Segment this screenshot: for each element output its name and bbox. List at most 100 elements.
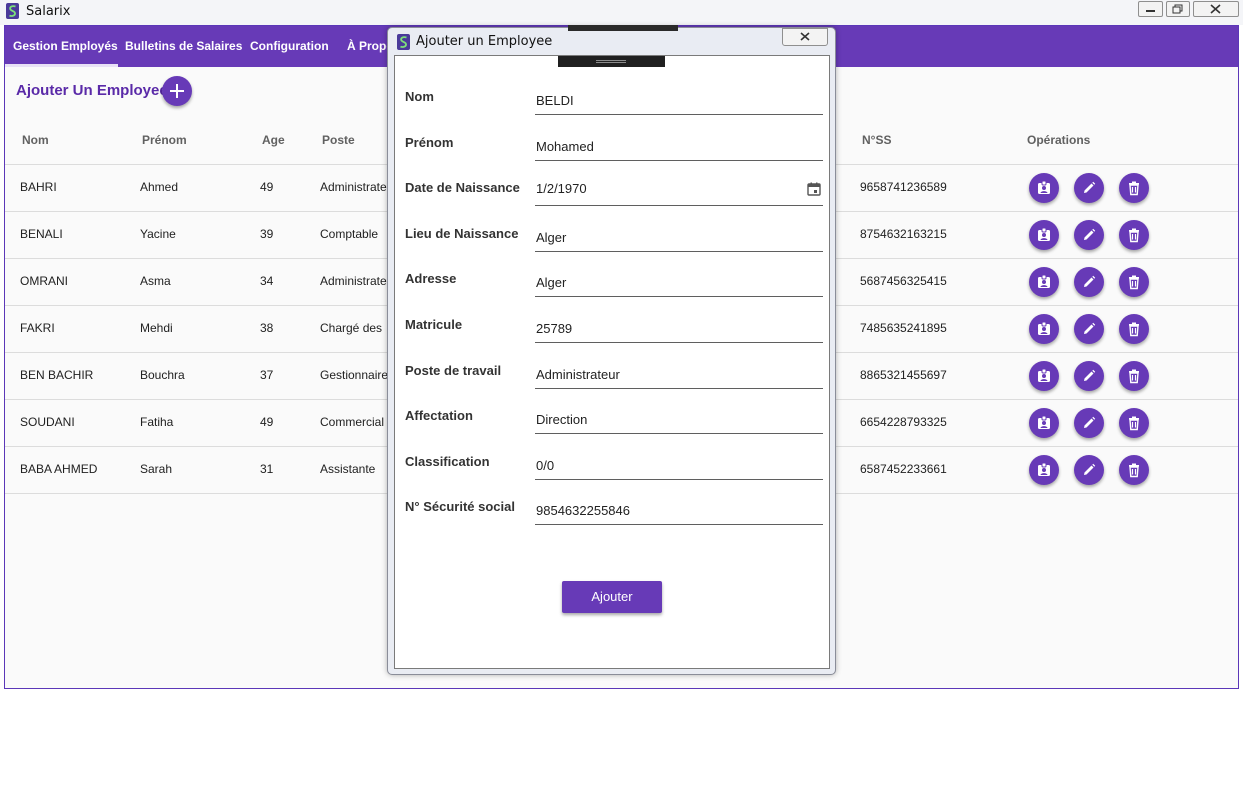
cell-age: 37 xyxy=(260,368,274,382)
cell-prenom: Asma xyxy=(140,274,171,288)
cell-nss: 9658741236589 xyxy=(860,180,947,194)
view-employee-button[interactable] xyxy=(1029,173,1059,203)
delete-employee-button[interactable] xyxy=(1119,408,1149,438)
field-nom[interactable]: BELDI xyxy=(535,86,823,115)
edit-employee-button[interactable] xyxy=(1074,173,1104,203)
maximize-button[interactable] xyxy=(1166,1,1190,17)
field-value: Mohamed xyxy=(536,138,594,154)
field-value: Direction xyxy=(536,412,588,428)
pencil-icon xyxy=(1084,416,1096,428)
label-prenom: Prénom xyxy=(405,134,454,150)
field-date-de-naissance[interactable]: 1/2/1970 xyxy=(535,177,823,207)
add-employee-dialog: Ajouter un Employee Nom BELDI Prénom Mohame… xyxy=(387,25,836,675)
label-affectation: Affectation xyxy=(405,408,473,424)
badge-icon xyxy=(1038,321,1050,335)
view-employee-button[interactable] xyxy=(1029,314,1059,344)
trash-icon xyxy=(1129,181,1139,196)
field-value: 0/0 xyxy=(536,457,555,473)
badge-icon xyxy=(1038,180,1050,194)
label-poste-de-travail: Poste de travail xyxy=(405,362,502,378)
view-employee-button[interactable] xyxy=(1029,408,1059,438)
delete-employee-button[interactable] xyxy=(1119,220,1149,250)
badge-icon xyxy=(1038,227,1050,241)
badge-icon xyxy=(1038,462,1050,476)
delete-employee-button[interactable] xyxy=(1119,314,1149,344)
edit-employee-button[interactable] xyxy=(1074,314,1104,344)
cell-prenom: Fatiha xyxy=(140,415,174,429)
field-n-securite-social[interactable]: 9854632255846 xyxy=(535,496,823,526)
field-poste-de-travail[interactable]: Administrateur xyxy=(535,360,823,389)
label-matricule: Matricule xyxy=(405,317,463,332)
field-prenom[interactable]: Mohamed xyxy=(535,132,823,161)
delete-employee-button[interactable] xyxy=(1119,455,1149,485)
tab-configuration[interactable]: Configuration xyxy=(250,39,329,53)
trash-icon xyxy=(1129,416,1139,431)
edit-employee-button[interactable] xyxy=(1074,267,1104,297)
delete-employee-button[interactable] xyxy=(1119,267,1149,297)
field-value: 1/2/1970 xyxy=(536,181,587,197)
calendar-icon[interactable] xyxy=(807,182,821,196)
field-value: Alger xyxy=(536,229,567,245)
delete-employee-button[interactable] xyxy=(1119,173,1149,203)
view-employee-button[interactable] xyxy=(1029,361,1059,391)
cell-age: 34 xyxy=(260,274,274,288)
drag-handle[interactable] xyxy=(558,56,665,67)
dialog-close-button[interactable] xyxy=(782,28,828,46)
cell-nom: SOUDANI xyxy=(20,415,75,429)
field-adresse[interactable]: Alger xyxy=(535,268,823,298)
ajouter-button[interactable]: Ajouter xyxy=(562,581,662,613)
cell-poste: Administrateur xyxy=(320,180,398,194)
field-classification[interactable]: 0/0 xyxy=(535,451,823,480)
delete-employee-button[interactable] xyxy=(1119,361,1149,391)
edit-employee-button[interactable] xyxy=(1074,220,1104,250)
cell-nom: BENALI xyxy=(20,227,63,241)
view-employee-button[interactable] xyxy=(1029,267,1059,297)
column-header-prenom[interactable]: Prénom xyxy=(142,133,187,147)
window-title: Salarix xyxy=(26,4,71,19)
cell-nss: 5687456325415 xyxy=(860,274,947,288)
column-header-poste[interactable]: Poste xyxy=(322,133,355,147)
field-value: Alger xyxy=(536,275,567,291)
edit-employee-button[interactable] xyxy=(1074,455,1104,485)
column-header-age[interactable]: Age xyxy=(262,133,285,147)
cell-prenom: Yacine xyxy=(140,227,176,241)
tab-gestion-employes[interactable]: Gestion Employés xyxy=(13,39,118,53)
field-affectation[interactable]: Direction xyxy=(535,405,823,435)
field-lieu-de-naissance[interactable]: Alger xyxy=(535,223,823,252)
cell-age: 49 xyxy=(260,415,274,429)
trash-icon xyxy=(1129,322,1139,337)
cell-nom: FAKRI xyxy=(20,321,55,335)
add-employee-button[interactable] xyxy=(162,76,192,106)
pencil-icon xyxy=(1084,181,1096,193)
pencil-icon xyxy=(1084,322,1096,334)
view-employee-button[interactable] xyxy=(1029,455,1059,485)
trash-icon xyxy=(1129,463,1139,478)
label-lieu-de-naissance: Lieu de Naissance xyxy=(405,225,519,241)
close-window-button[interactable] xyxy=(1193,1,1239,17)
column-header-nom[interactable]: Nom xyxy=(22,133,49,147)
cell-nss: 7485635241895 xyxy=(860,321,947,335)
field-matricule[interactable]: 25789 xyxy=(535,314,823,343)
tab-bulletins-salaires[interactable]: Bulletins de Salaires xyxy=(125,39,242,53)
cell-poste: Gestionnaire xyxy=(320,368,389,382)
badge-icon xyxy=(1038,415,1050,429)
pencil-icon xyxy=(1084,369,1096,381)
salarix-logo-icon xyxy=(6,3,19,19)
cell-nom: BAHRI xyxy=(20,180,57,194)
column-header-nss[interactable]: N°SS xyxy=(862,133,891,147)
view-employee-button[interactable] xyxy=(1029,220,1059,250)
cell-age: 31 xyxy=(260,462,274,476)
field-value: 25789 xyxy=(536,321,573,336)
trash-icon xyxy=(1129,275,1139,290)
close-icon xyxy=(800,32,810,41)
field-value: 9854632255846 xyxy=(536,503,630,519)
minimize-button[interactable] xyxy=(1138,1,1163,17)
active-tab-indicator xyxy=(5,64,118,67)
cell-nss: 6587452233661 xyxy=(860,462,947,476)
minimize-icon xyxy=(1146,10,1155,12)
edit-employee-button[interactable] xyxy=(1074,361,1104,391)
cell-nom: BABA AHMED xyxy=(20,462,98,476)
label-date-de-naissance: Date de Naissance xyxy=(405,180,520,196)
cell-poste: Commercial xyxy=(320,415,385,429)
edit-employee-button[interactable] xyxy=(1074,408,1104,438)
